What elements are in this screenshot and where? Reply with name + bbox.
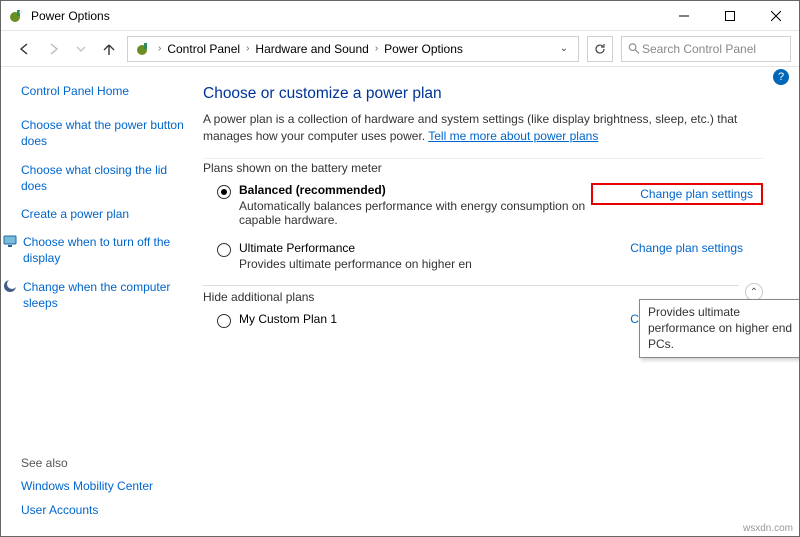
change-plan-link[interactable]: Change plan settings	[630, 241, 743, 255]
navbar: › Control Panel › Hardware and Sound › P…	[1, 31, 799, 67]
refresh-button[interactable]	[587, 36, 613, 62]
maximize-button[interactable]	[707, 1, 753, 31]
tooltip: Provides ultimate performance on higher …	[639, 299, 800, 358]
breadcrumb-item[interactable]: Power Options	[380, 42, 467, 56]
main-panel: Choose or customize a power plan A power…	[191, 67, 799, 536]
forward-button[interactable]	[43, 39, 63, 59]
sidebar: Control Panel Home Choose what the power…	[1, 67, 191, 536]
see-also-item[interactable]: User Accounts	[21, 502, 185, 518]
minimize-button[interactable]	[661, 1, 707, 31]
search-box[interactable]	[621, 36, 791, 62]
breadcrumb-item[interactable]: Control Panel	[163, 42, 244, 56]
plan-radio[interactable]	[217, 185, 231, 199]
titlebar: Power Options	[1, 1, 799, 31]
highlight-box: Change plan settings	[591, 183, 763, 205]
breadcrumb-item[interactable]: Hardware and Sound	[251, 42, 372, 56]
sidebar-item[interactable]: Choose when to turn off the display	[3, 234, 185, 266]
plan-radio[interactable]	[217, 314, 231, 328]
learn-more-link[interactable]: Tell me more about power plans	[428, 129, 598, 143]
search-icon	[628, 42, 640, 55]
watermark: wsxdn.com	[743, 523, 793, 534]
up-button[interactable]	[99, 39, 119, 59]
sidebar-item[interactable]: Choose what the power button does	[21, 117, 185, 149]
sidebar-item[interactable]: Change when the computer sleeps	[3, 279, 185, 311]
section-shown-label: Plans shown on the battery meter	[203, 158, 763, 175]
see-also-label: See also	[21, 456, 185, 470]
plan-row: Balanced (recommended) Automatically bal…	[203, 177, 763, 235]
chevron-down-icon[interactable]: ⌄	[560, 43, 574, 54]
chevron-right-icon: ›	[244, 43, 251, 54]
recent-dropdown[interactable]	[71, 39, 91, 59]
page-description: A power plan is a collection of hardware…	[203, 111, 763, 146]
plan-radio[interactable]	[217, 243, 231, 257]
sidebar-item[interactable]: Choose what closing the lid does	[21, 162, 185, 194]
sidebar-item[interactable]: Create a power plan	[21, 206, 185, 222]
plan-name[interactable]: My Custom Plan 1	[239, 312, 622, 326]
plan-description: Provides ultimate performance on higher …	[239, 257, 622, 271]
window-title: Power Options	[31, 9, 661, 23]
plan-name[interactable]: Balanced (recommended)	[239, 183, 591, 197]
back-button[interactable]	[15, 39, 35, 59]
sidebar-item-label: Choose when to turn off the display	[23, 234, 185, 266]
see-also-item[interactable]: Windows Mobility Center	[21, 478, 185, 494]
monitor-icon	[3, 234, 17, 248]
chevron-right-icon: ›	[373, 43, 380, 54]
content-body: Control Panel Home Choose what the power…	[1, 67, 799, 536]
sidebar-home[interactable]: Control Panel Home	[21, 83, 185, 99]
plan-description: Automatically balances performance with …	[239, 199, 591, 227]
app-icon	[9, 8, 25, 24]
page-heading: Choose or customize a power plan	[203, 85, 763, 103]
window-controls	[661, 1, 799, 31]
chevron-right-icon: ›	[156, 43, 163, 54]
search-input[interactable]	[640, 41, 784, 57]
window: Power Options › Control Panel › Hardware…	[0, 0, 800, 537]
close-button[interactable]	[753, 1, 799, 31]
sidebar-item-label: Change when the computer sleeps	[23, 279, 185, 311]
plan-row: Ultimate Performance Provides ultimate p…	[203, 235, 763, 279]
location-icon	[136, 41, 152, 57]
moon-icon	[3, 279, 17, 293]
address-bar[interactable]: › Control Panel › Hardware and Sound › P…	[127, 36, 579, 62]
change-plan-link[interactable]: Change plan settings	[640, 187, 753, 201]
plan-name[interactable]: Ultimate Performance	[239, 241, 622, 255]
